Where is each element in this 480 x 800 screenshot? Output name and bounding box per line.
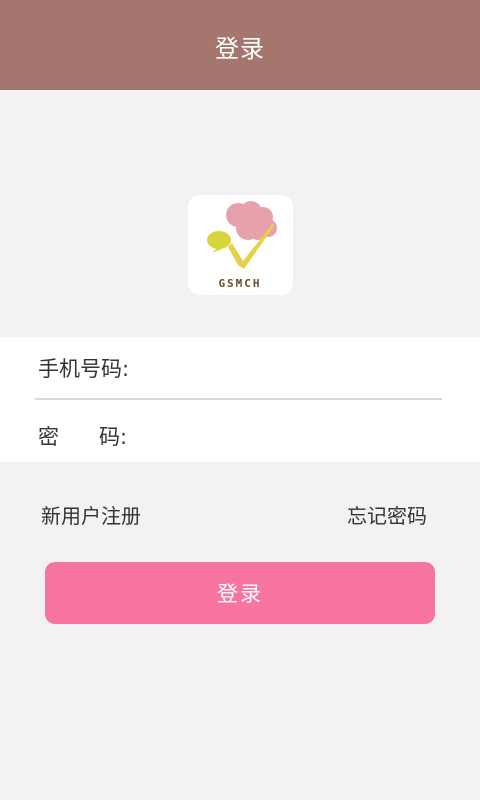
phone-label: 手机号码: [38,357,130,381]
forgot-password-link[interactable]: 忘记密码 [347,500,427,529]
app-header: 登录 [0,0,480,90]
app-logo-icon: GSMCH [207,201,277,290]
form-divider [35,398,442,400]
password-row: 密 码: [0,405,480,467]
register-link[interactable]: 新用户注册 [41,500,141,529]
app-logo: GSMCH [188,195,293,295]
phone-input[interactable] [160,347,444,389]
logo-text: GSMCH [218,277,261,290]
login-button[interactable]: 登录 [45,562,435,624]
password-input[interactable] [160,415,444,457]
phone-row: 手机号码: [0,337,480,399]
page-title: 登录 [215,34,265,63]
password-label: 密 码: [38,425,128,449]
